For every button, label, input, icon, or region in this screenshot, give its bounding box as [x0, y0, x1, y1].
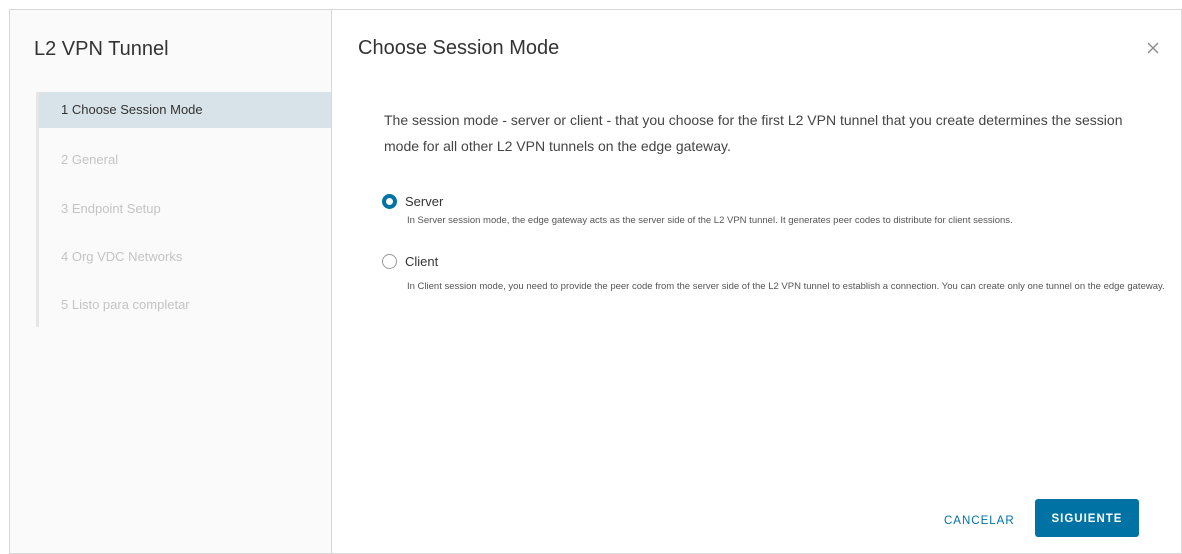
- session-mode-description: The session mode - server or client - th…: [384, 112, 1123, 154]
- server-radio[interactable]: [382, 194, 397, 209]
- wizard-dialog: L2 VPN Tunnel 1 Choose Session Mode 2 Ge…: [9, 9, 1182, 554]
- step-ready-to-complete[interactable]: 5 Listo para completar: [39, 287, 331, 323]
- client-label: Client: [405, 254, 439, 269]
- step-general[interactable]: 2 General: [39, 142, 331, 178]
- page-title: Choose Session Mode: [358, 37, 560, 59]
- client-option[interactable]: Client: [382, 254, 438, 269]
- wizard-main: Choose Session Mode The session mode - s…: [332, 10, 1181, 553]
- step-endpoint-setup[interactable]: 3 Endpoint Setup: [39, 191, 331, 227]
- wizard-title: L2 VPN Tunnel: [34, 38, 169, 60]
- cancel-button[interactable]: CANCELAR: [932, 506, 1027, 536]
- wizard-sidebar: L2 VPN Tunnel 1 Choose Session Mode 2 Ge…: [10, 10, 332, 553]
- step-org-vdc-networks[interactable]: 4 Org VDC Networks: [39, 239, 331, 275]
- server-option[interactable]: Server: [382, 194, 443, 209]
- client-radio[interactable]: [382, 254, 397, 269]
- step-nav: 1 Choose Session Mode 2 General 3 Endpoi…: [36, 92, 331, 327]
- close-icon[interactable]: [1143, 38, 1163, 58]
- client-help-text: In Client session mode, you need to prov…: [407, 281, 1165, 292]
- step-choose-session-mode[interactable]: 1 Choose Session Mode: [39, 92, 331, 128]
- server-label: Server: [405, 194, 444, 209]
- next-button[interactable]: SIGUIENTE: [1035, 499, 1139, 537]
- server-help-text: In Server session mode, the edge gateway…: [407, 215, 1013, 226]
